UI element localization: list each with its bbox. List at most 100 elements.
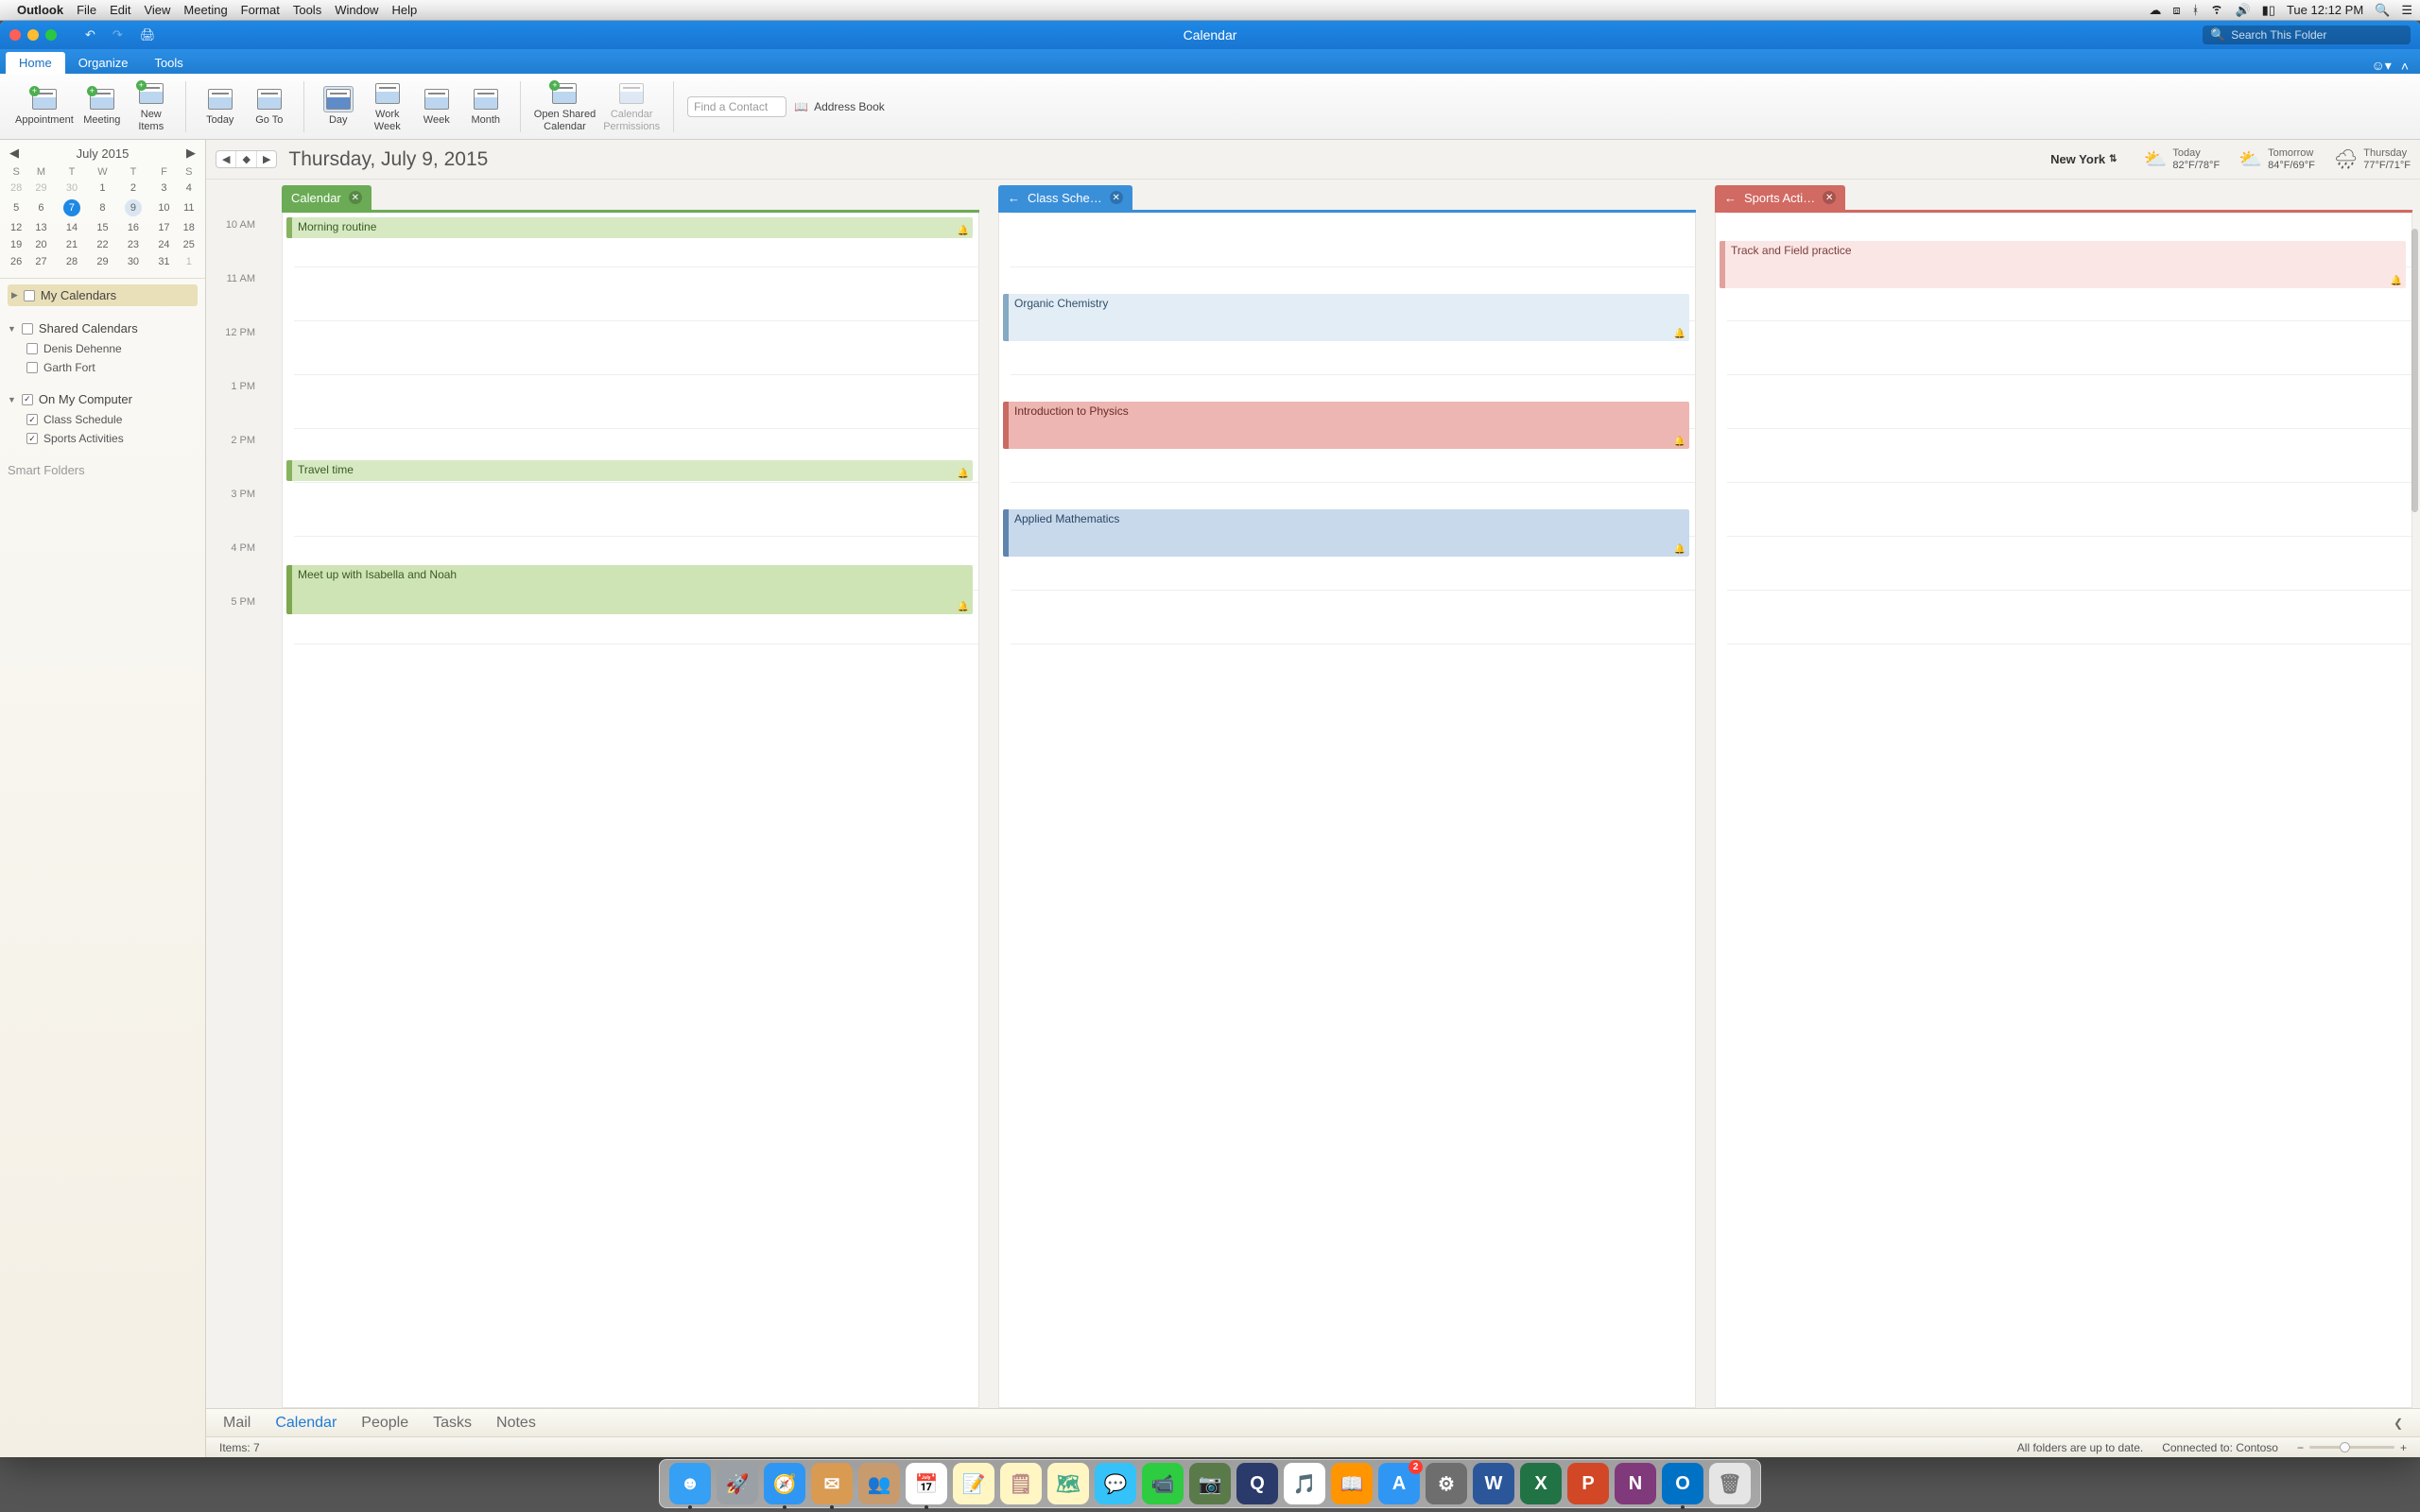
dock-calendar[interactable]: 📅 <box>906 1463 947 1504</box>
dock-photobooth[interactable]: 📷 <box>1189 1463 1231 1504</box>
print-icon[interactable]: 🖨 <box>140 27 156 43</box>
dock-ibooks[interactable]: 📖 <box>1331 1463 1373 1504</box>
app-name[interactable]: Outlook <box>17 3 63 17</box>
checkbox[interactable]: ✓ <box>26 433 38 444</box>
mini-cal-day[interactable]: 26 <box>4 253 28 270</box>
local-cal-item[interactable]: ✓Class Schedule <box>8 410 198 429</box>
wifi-icon[interactable] <box>2210 2 2223 18</box>
dropbox-icon[interactable]: ⧈ <box>2172 3 2180 18</box>
bluetooth-icon[interactable]: ᚼ <box>2192 3 2200 17</box>
dock-trash[interactable]: 🗑 <box>1709 1463 1751 1504</box>
dock-contacts[interactable]: 👥 <box>858 1463 900 1504</box>
calendar-tab[interactable]: ← Sports Acti… ✕ <box>1715 185 1845 210</box>
menu-view[interactable]: View <box>144 3 170 17</box>
mini-cal-day[interactable]: 29 <box>90 253 114 270</box>
weather-location[interactable]: New York ⇅ <box>2050 152 2117 166</box>
next-day-button[interactable]: ▶ <box>256 151 276 167</box>
dock-onenote[interactable]: N <box>1615 1463 1656 1504</box>
zoom-out-button[interactable]: − <box>2297 1441 2304 1454</box>
mini-cal-day[interactable]: 23 <box>115 236 152 253</box>
checkbox[interactable]: ✓ <box>26 414 38 425</box>
minimize-window-button[interactable] <box>27 29 39 41</box>
local-cal-item[interactable]: ✓Sports Activities <box>8 429 198 448</box>
mini-cal-day[interactable]: 7 <box>54 197 91 219</box>
menu-meeting[interactable]: Meeting <box>183 3 227 17</box>
dock-itunes[interactable]: 🎵 <box>1284 1463 1325 1504</box>
menu-format[interactable]: Format <box>241 3 280 17</box>
zoom-window-button[interactable] <box>45 29 57 41</box>
address-book-button[interactable]: 📖 Address Book <box>794 100 885 113</box>
ribbon-day-button[interactable]: Day <box>318 86 359 126</box>
ribbon-week-button[interactable]: Week <box>416 86 458 126</box>
close-window-button[interactable] <box>9 29 21 41</box>
mini-cal-day[interactable]: 12 <box>4 219 28 236</box>
undo-icon[interactable]: ↶ <box>85 27 95 43</box>
mini-cal-day[interactable]: 16 <box>115 219 152 236</box>
prev-month-button[interactable]: ◀ <box>9 146 19 161</box>
checkbox[interactable] <box>26 343 38 354</box>
nav-notes[interactable]: Notes <box>496 1415 536 1432</box>
ribbon-calendar-permissions-button[interactable]: CalendarPermissions <box>603 80 660 131</box>
mini-cal-day[interactable]: 27 <box>28 253 53 270</box>
mini-cal-day[interactable]: 3 <box>151 180 176 197</box>
mini-cal-day[interactable]: 21 <box>54 236 91 253</box>
close-calendar-icon[interactable]: ✕ <box>1110 191 1123 204</box>
mini-cal-day[interactable]: 28 <box>4 180 28 197</box>
nav-calendar[interactable]: Calendar <box>275 1415 337 1432</box>
on-my-computer-header[interactable]: ▼ ✓ On My Computer <box>8 388 198 410</box>
calendar-event[interactable]: Applied Mathematics 🔔 <box>1003 509 1689 557</box>
mini-cal-day[interactable]: 29 <box>28 180 53 197</box>
collapse-ribbon-icon[interactable]: ˄ <box>2401 59 2409 74</box>
find-contact-field[interactable] <box>687 96 786 117</box>
close-calendar-icon[interactable]: ✕ <box>349 191 362 204</box>
ribbon-meeting-button[interactable]: + Meeting <box>81 86 123 126</box>
clock[interactable]: Tue 12:12 PM <box>2287 3 2363 17</box>
mini-cal-day[interactable]: 6 <box>28 197 53 219</box>
mini-cal-day[interactable]: 19 <box>4 236 28 253</box>
battery-icon[interactable]: ▮▯ <box>2262 3 2275 18</box>
mini-cal-day[interactable]: 2 <box>115 180 152 197</box>
mini-cal-day[interactable]: 4 <box>177 180 201 197</box>
notification-center-icon[interactable]: ☰ <box>2401 3 2412 18</box>
emoji-menu-icon[interactable]: ☺▾ <box>2371 58 2391 74</box>
mini-cal-day[interactable]: 30 <box>54 180 91 197</box>
dock-settings[interactable]: ⚙︎ <box>1426 1463 1467 1504</box>
nav-mail[interactable]: Mail <box>223 1415 251 1432</box>
dock-powerpoint[interactable]: P <box>1567 1463 1609 1504</box>
mini-cal-day[interactable]: 1 <box>177 253 201 270</box>
calendar-event[interactable]: Track and Field practice 🔔 <box>1720 241 2406 288</box>
mini-cal-day[interactable]: 30 <box>115 253 152 270</box>
calendar-tab[interactable]: ← Class Sche… ✕ <box>998 185 1132 210</box>
dock-quicktime[interactable]: Q <box>1236 1463 1278 1504</box>
checkbox[interactable] <box>22 323 33 335</box>
shared-cal-item[interactable]: Garth Fort <box>8 358 198 377</box>
calendar-event[interactable]: Travel time 🔔 <box>286 460 973 481</box>
calendar-tab[interactable]: Calendar ✕ <box>282 185 372 210</box>
checkbox[interactable] <box>26 362 38 373</box>
dock-reminders[interactable]: 🗒 <box>1000 1463 1042 1504</box>
dock-maps[interactable]: 🗺 <box>1047 1463 1089 1504</box>
menu-file[interactable]: File <box>77 3 96 17</box>
mini-cal-day[interactable]: 14 <box>54 219 91 236</box>
search-folder-field[interactable]: 🔍 <box>2203 26 2411 44</box>
ribbon-month-button[interactable]: Month <box>465 86 507 126</box>
nav-tasks[interactable]: Tasks <box>433 1415 472 1432</box>
calendar-event[interactable]: Morning routine 🔔 <box>286 217 973 238</box>
dock-messages[interactable]: 💬 <box>1095 1463 1136 1504</box>
nav-people[interactable]: People <box>361 1415 408 1432</box>
shared-calendars-header[interactable]: ▼ Shared Calendars <box>8 318 198 339</box>
search-input[interactable] <box>2231 28 2403 42</box>
ribbon-go-to-button[interactable]: Go To <box>249 86 290 126</box>
mini-cal-day[interactable]: 24 <box>151 236 176 253</box>
mini-cal-day[interactable]: 13 <box>28 219 53 236</box>
close-calendar-icon[interactable]: ✕ <box>1823 191 1836 204</box>
menu-edit[interactable]: Edit <box>110 3 130 17</box>
dock-word[interactable]: W <box>1473 1463 1514 1504</box>
nav-more-icon[interactable]: ❮ <box>2394 1417 2403 1430</box>
back-arrow-icon[interactable]: ← <box>1008 191 1020 205</box>
zoom-slider[interactable] <box>2309 1446 2394 1449</box>
day-grid[interactable]: Track and Field practice 🔔 <box>1715 213 2412 1408</box>
mini-cal-day[interactable]: 17 <box>151 219 176 236</box>
prev-day-button[interactable]: ◀ <box>216 151 235 167</box>
calendar-event[interactable]: Meet up with Isabella and Noah 🔔 <box>286 565 973 614</box>
